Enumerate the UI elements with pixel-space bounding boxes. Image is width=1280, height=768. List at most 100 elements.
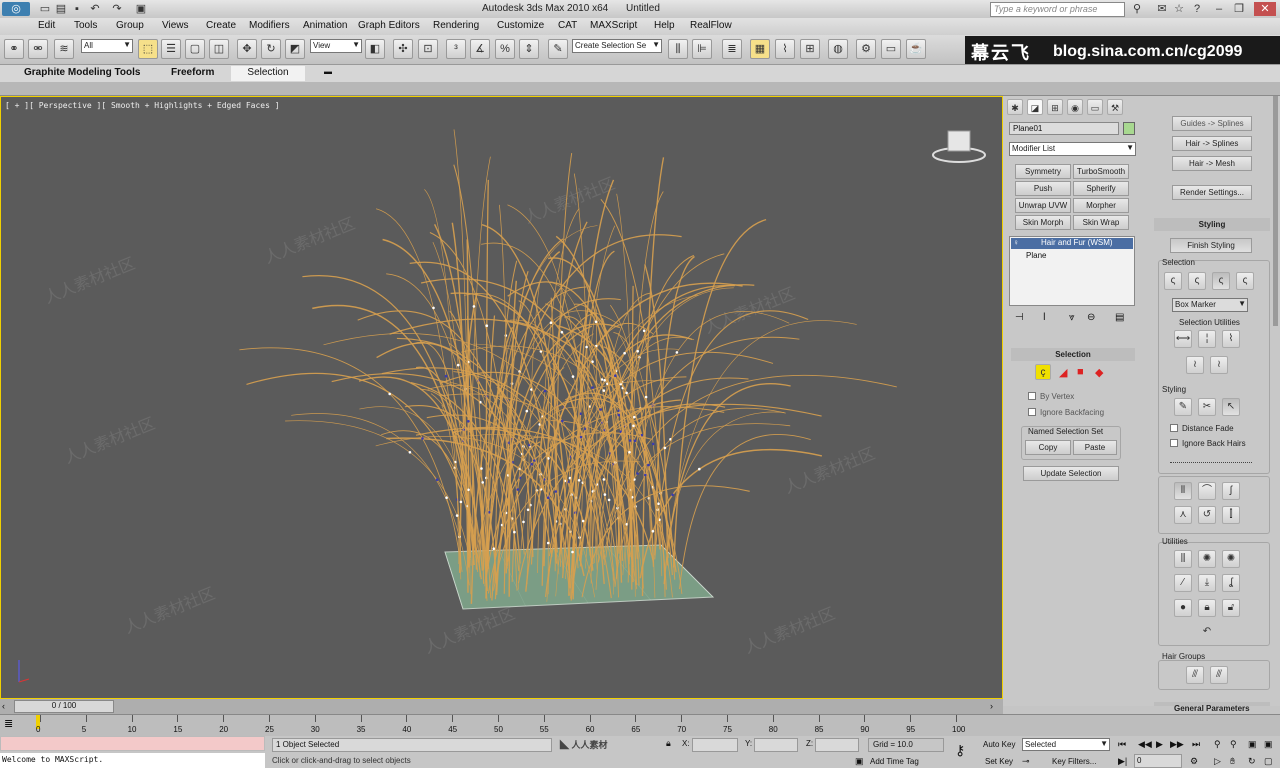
menu-customize[interactable]: Customize (497, 20, 544, 31)
current-frame-field[interactable]: 0 (1134, 754, 1182, 768)
clump-icon[interactable]: ⋏ (1174, 506, 1192, 524)
maxscript-listener[interactable]: Welcome to MAXScript. (0, 753, 265, 768)
time-slider-bar[interactable]: ‹ 0 / 100 › (0, 699, 1003, 714)
skin-morph-button[interactable]: Skin Morph (1015, 215, 1071, 230)
next-frame-icon[interactable]: ▶▶ (1170, 739, 1184, 750)
hierarchy-tab-icon[interactable]: ⊞ (1047, 99, 1063, 115)
viewcube-icon[interactable] (932, 130, 986, 163)
viewport-label[interactable]: [ + ][ Perspective ][ Smooth + Highlight… (5, 101, 280, 110)
styling-rollout-header[interactable]: Styling (1154, 218, 1270, 231)
hide-selected-icon[interactable]: ≀ (1186, 356, 1204, 374)
move-icon[interactable]: ✥ (237, 39, 257, 59)
distance-fade-checkbox[interactable] (1170, 424, 1178, 432)
key-filters-button[interactable]: Key Filters... (1052, 757, 1112, 766)
prev-frame-icon[interactable]: ‹ (2, 701, 12, 712)
tab-graphite-modeling-tools[interactable]: Graphite Modeling Tools (20, 66, 144, 81)
remove-modifier-icon[interactable]: ⊖ (1087, 312, 1095, 323)
paste-button[interactable]: Paste (1073, 440, 1117, 455)
show-end-result-icon[interactable]: ǀ (1043, 312, 1046, 323)
split-groups-icon[interactable]: ⫻ (1186, 666, 1204, 684)
menu-maxscript[interactable]: MAXScript (590, 20, 637, 31)
point-selection-icon[interactable]: ◢ (1059, 366, 1067, 379)
timeline[interactable]: ≣ 0 5 10 15 20 25 30 35 40 45 50 55 60 65 70 75 80 85 90 95… (0, 714, 1280, 736)
favorites-icon[interactable]: ☆ (1172, 2, 1186, 16)
edit-named-selection-icon[interactable]: ✎ (548, 39, 568, 59)
key-mode-dropdown[interactable]: Selected ▼ (1022, 738, 1110, 751)
named-selection-dropdown[interactable]: Create Selection Se ▼ (572, 39, 662, 53)
spinner-snap-icon[interactable]: ⇕ (519, 39, 539, 59)
reset-rest-icon[interactable]: ⤓ (1198, 574, 1216, 592)
selection-rollout-header[interactable]: Selection (1011, 348, 1135, 361)
menu-edit[interactable]: Edit (38, 20, 55, 31)
key-icon[interactable]: ⚷ (955, 742, 965, 759)
set-key-button[interactable]: Set Key (985, 757, 1025, 766)
add-time-tag-button[interactable]: Add Time Tag (870, 757, 950, 766)
auto-key-button[interactable]: Auto Key (983, 740, 1023, 749)
select-by-root-icon[interactable]: ς (1236, 272, 1254, 290)
invert-selection-icon[interactable]: ⟷ (1174, 330, 1192, 348)
scale-hairs-icon[interactable]: ⫿ (1222, 506, 1240, 524)
menu-cat[interactable]: CAT (558, 20, 577, 31)
menu-rendering[interactable]: Rendering (433, 20, 479, 31)
puff-roots-icon[interactable]: ʃ (1222, 482, 1240, 500)
undo-icon[interactable]: ↶ (1198, 624, 1216, 642)
reference-coordinate-dropdown[interactable]: View ▼ (310, 39, 362, 53)
zoom-all-icon[interactable]: ⚲ (1230, 739, 1237, 750)
panel-scrollbar[interactable] (1273, 96, 1278, 326)
toggle-hair-icon[interactable]: ● (1174, 599, 1192, 617)
field-of-view-icon[interactable]: ▷ (1214, 756, 1221, 767)
update-selection-button[interactable]: Update Selection (1023, 466, 1119, 481)
next-frame-icon[interactable]: › (990, 701, 1000, 712)
set-keys-icon[interactable]: ⊸ (1022, 756, 1036, 767)
menu-create[interactable]: Create (206, 20, 236, 31)
stack-item-plane[interactable]: Plane (1026, 251, 1046, 260)
create-tab-icon[interactable]: ✱ (1007, 99, 1023, 115)
manipulate-icon[interactable]: ✣ (393, 39, 413, 59)
menu-animation[interactable]: Animation (303, 20, 347, 31)
select-object-icon[interactable]: ⬚ (138, 39, 158, 59)
curve-editor-icon[interactable]: ⌇ (775, 39, 795, 59)
select-tool-icon[interactable]: ↖ (1222, 398, 1240, 416)
hair-to-mesh-button[interactable]: Hair -> Mesh (1172, 156, 1252, 171)
z-coordinate-field[interactable] (815, 738, 859, 752)
key-mode-toggle-icon[interactable]: ▶| (1118, 756, 1127, 767)
zoom-extents-icon[interactable]: ▣ (1248, 739, 1257, 750)
finish-styling-button[interactable]: Finish Styling (1170, 238, 1252, 253)
pan-view-icon[interactable]: ✋︎ (1230, 756, 1235, 767)
rectangular-selection-icon[interactable]: ▢ (185, 39, 205, 59)
menu-modifiers[interactable]: Modifiers (249, 20, 290, 31)
previous-frame-icon[interactable]: ◀◀ (1138, 739, 1152, 750)
schematic-view-icon[interactable]: ⊞ (800, 39, 820, 59)
go-to-start-icon[interactable]: ⏮ (1118, 739, 1126, 750)
show-hidden-icon[interactable]: ≀ (1210, 356, 1228, 374)
display-tab-icon[interactable]: ▭ (1087, 99, 1103, 115)
unlink-icon[interactable]: ⚮ (28, 39, 48, 59)
help-icon[interactable]: ? (1190, 2, 1204, 16)
search-input[interactable]: Type a keyword or phrase (990, 2, 1125, 17)
skin-wrap-button[interactable]: Skin Wrap (1073, 215, 1129, 230)
rotate-icon[interactable]: ↻ (261, 39, 281, 59)
hair-to-splines-button[interactable]: Hair -> Splines (1172, 136, 1252, 151)
menu-views[interactable]: Views (162, 20, 189, 31)
strand-selection-icon[interactable]: ◆ (1095, 366, 1103, 379)
rendered-frame-window-icon[interactable]: ▭ (881, 39, 901, 59)
go-to-end-icon[interactable]: ⏭ (1192, 739, 1200, 750)
selection-filter-dropdown[interactable]: All ▼ (81, 39, 133, 53)
align-icon[interactable]: ⊫ (692, 39, 712, 59)
turbosmooth-button[interactable]: TurboSmooth (1073, 164, 1129, 179)
restore-icon[interactable]: ❐ (1232, 2, 1246, 16)
tab-freeform[interactable]: Freeform (167, 66, 218, 81)
motion-tab-icon[interactable]: ◉ (1067, 99, 1083, 115)
time-configuration-icon[interactable]: ⚙ (1190, 756, 1198, 767)
unlock-icon[interactable]: 🔓︎ (1222, 599, 1240, 617)
communication-center-icon[interactable]: ✉ (1155, 2, 1169, 16)
binoculars-icon[interactable]: ⚲ (1130, 2, 1144, 16)
by-vertex-checkbox[interactable] (1028, 392, 1036, 400)
pivot-center-icon[interactable]: ◧ (365, 39, 385, 59)
make-unique-icon[interactable]: ⩔ (1069, 312, 1075, 323)
stack-item-hair-and-fur[interactable]: Hair and Fur (WSM) (1011, 238, 1133, 249)
guide-selection-icon[interactable]: ç (1035, 364, 1051, 380)
menu-realflow[interactable]: RealFlow (690, 20, 732, 31)
rotate-selection-icon[interactable]: ¦ (1198, 330, 1216, 348)
link-icon[interactable]: ⚭ (4, 39, 24, 59)
